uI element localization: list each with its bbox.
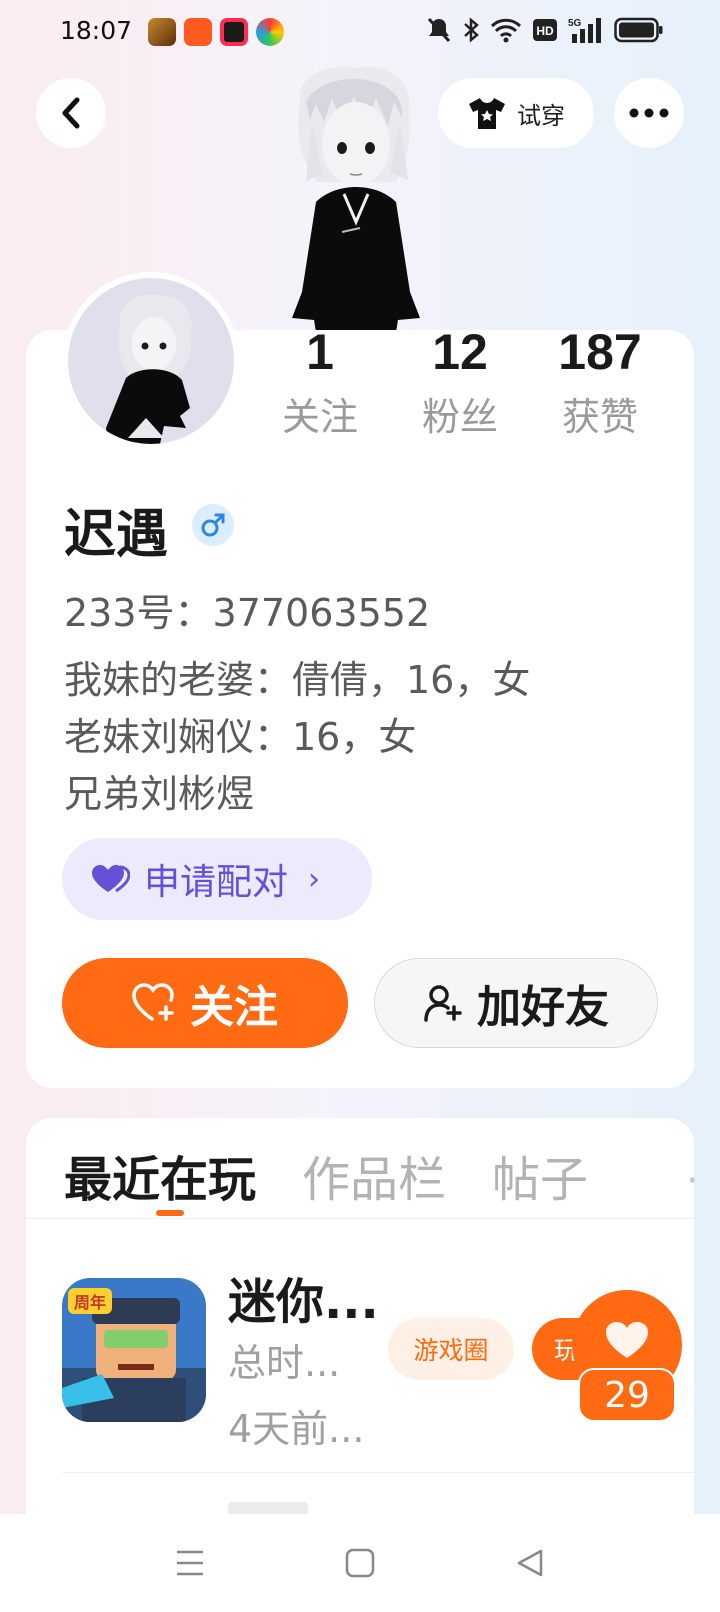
signal-5g-icon: 5G (568, 18, 601, 43)
stat-fans-value: 12 (432, 324, 488, 380)
tab-recently-played[interactable]: 最近在玩 (64, 1140, 256, 1210)
game-name[interactable]: 迷你... (228, 1262, 379, 1332)
status-time: 18:07 (60, 16, 133, 45)
wifi-icon (490, 18, 522, 43)
game-total-time: 总时... (228, 1341, 341, 1385)
game-app-icon (148, 18, 176, 46)
kuaishou-icon (184, 18, 212, 46)
status-bar: 18:07 HD 5G (0, 0, 720, 66)
game-icon-badge: 周年 (74, 1293, 106, 1312)
stat-fans[interactable]: 12 粉丝 (390, 322, 530, 441)
stat-likes-label: 获赞 (561, 395, 638, 439)
game-circle-label: 游戏圈 (413, 1336, 489, 1365)
stat-fans-label: 粉丝 (421, 395, 498, 439)
request-pair-label: 申请配对 (144, 862, 289, 903)
double-heart-icon (92, 865, 130, 893)
like-count: 29 (578, 1368, 676, 1422)
avatar[interactable] (62, 272, 240, 450)
request-pair-button[interactable]: 申请配对 › (62, 838, 372, 920)
back-triangle-icon[interactable] (515, 1548, 545, 1578)
gender-badge (192, 504, 234, 546)
game-icon[interactable]: 周年 (62, 1278, 206, 1422)
try-on-label: 试穿 (517, 101, 565, 130)
colorful-app-icon (256, 18, 284, 46)
bio: 我妹的老婆：倩倩，16，女 老妹刘娴仪：16，女 兄弟刘彬煜 (64, 652, 530, 823)
username: 迟遇 (64, 505, 169, 565)
chevron-right-icon: › (308, 861, 321, 897)
follow-label: 关注 (190, 982, 278, 1033)
status-app-icons (148, 18, 284, 46)
menu-icon[interactable] (175, 1549, 205, 1577)
system-nav-bar (0, 1514, 720, 1612)
tab-indicator (156, 1210, 184, 1216)
tab-posts[interactable]: 帖子 (492, 1140, 588, 1210)
home-square-icon[interactable] (345, 1548, 375, 1578)
avatar-3d-figure[interactable] (276, 62, 436, 332)
record-icon (220, 18, 248, 46)
tab-bar: 最近在玩 作品栏 帖子 (64, 1140, 588, 1210)
follow-button[interactable]: 关注 (62, 958, 348, 1048)
male-icon (201, 513, 225, 537)
bluetooth-icon (464, 17, 479, 43)
mini-world-game-icon: 周年 (62, 1278, 206, 1422)
more-button[interactable] (614, 78, 684, 148)
bio-line: 兄弟刘彬煜 (64, 772, 255, 816)
divider (62, 1472, 694, 1473)
try-on-button[interactable]: 试穿 (438, 78, 594, 148)
stat-following-value: 1 (306, 324, 334, 380)
chevron-left-icon (62, 97, 80, 129)
account-id: 233号：377063552 (64, 591, 431, 635)
stat-following[interactable]: 1 关注 (250, 322, 390, 441)
hd-text: HD (536, 24, 554, 38)
stat-likes-value: 187 (558, 324, 642, 380)
bio-line: 老妹刘娴仪：16，女 (64, 715, 417, 759)
tshirt-icon (469, 98, 505, 129)
avatar-image (106, 294, 192, 444)
add-user-icon (424, 985, 462, 1022)
profile-stats: 1 关注 12 粉丝 187 获赞 (250, 322, 670, 441)
bio-line: 我妹的老婆：倩倩，16，女 (64, 658, 531, 702)
divider (26, 1218, 694, 1219)
game-last-played: 4天前... (228, 1407, 365, 1451)
network-text: 5G (568, 18, 582, 29)
add-friend-button[interactable]: 加好友 (374, 958, 658, 1048)
hd-icon: HD (533, 19, 557, 41)
tab-works[interactable]: 作品栏 (302, 1140, 446, 1210)
stat-following-label: 关注 (281, 395, 358, 439)
tab-overflow[interactable]: · (686, 1158, 699, 1204)
more-dots-icon (629, 108, 669, 118)
stat-likes[interactable]: 187 获赞 (530, 322, 670, 441)
battery-icon (614, 17, 663, 43)
heart-plus-icon (132, 983, 174, 1021)
mute-icon (427, 17, 451, 43)
add-friend-label: 加好友 (477, 982, 609, 1033)
game-circle-button[interactable]: 游戏圈 (388, 1318, 514, 1380)
heart-icon (606, 1322, 648, 1358)
back-button[interactable] (36, 78, 106, 148)
